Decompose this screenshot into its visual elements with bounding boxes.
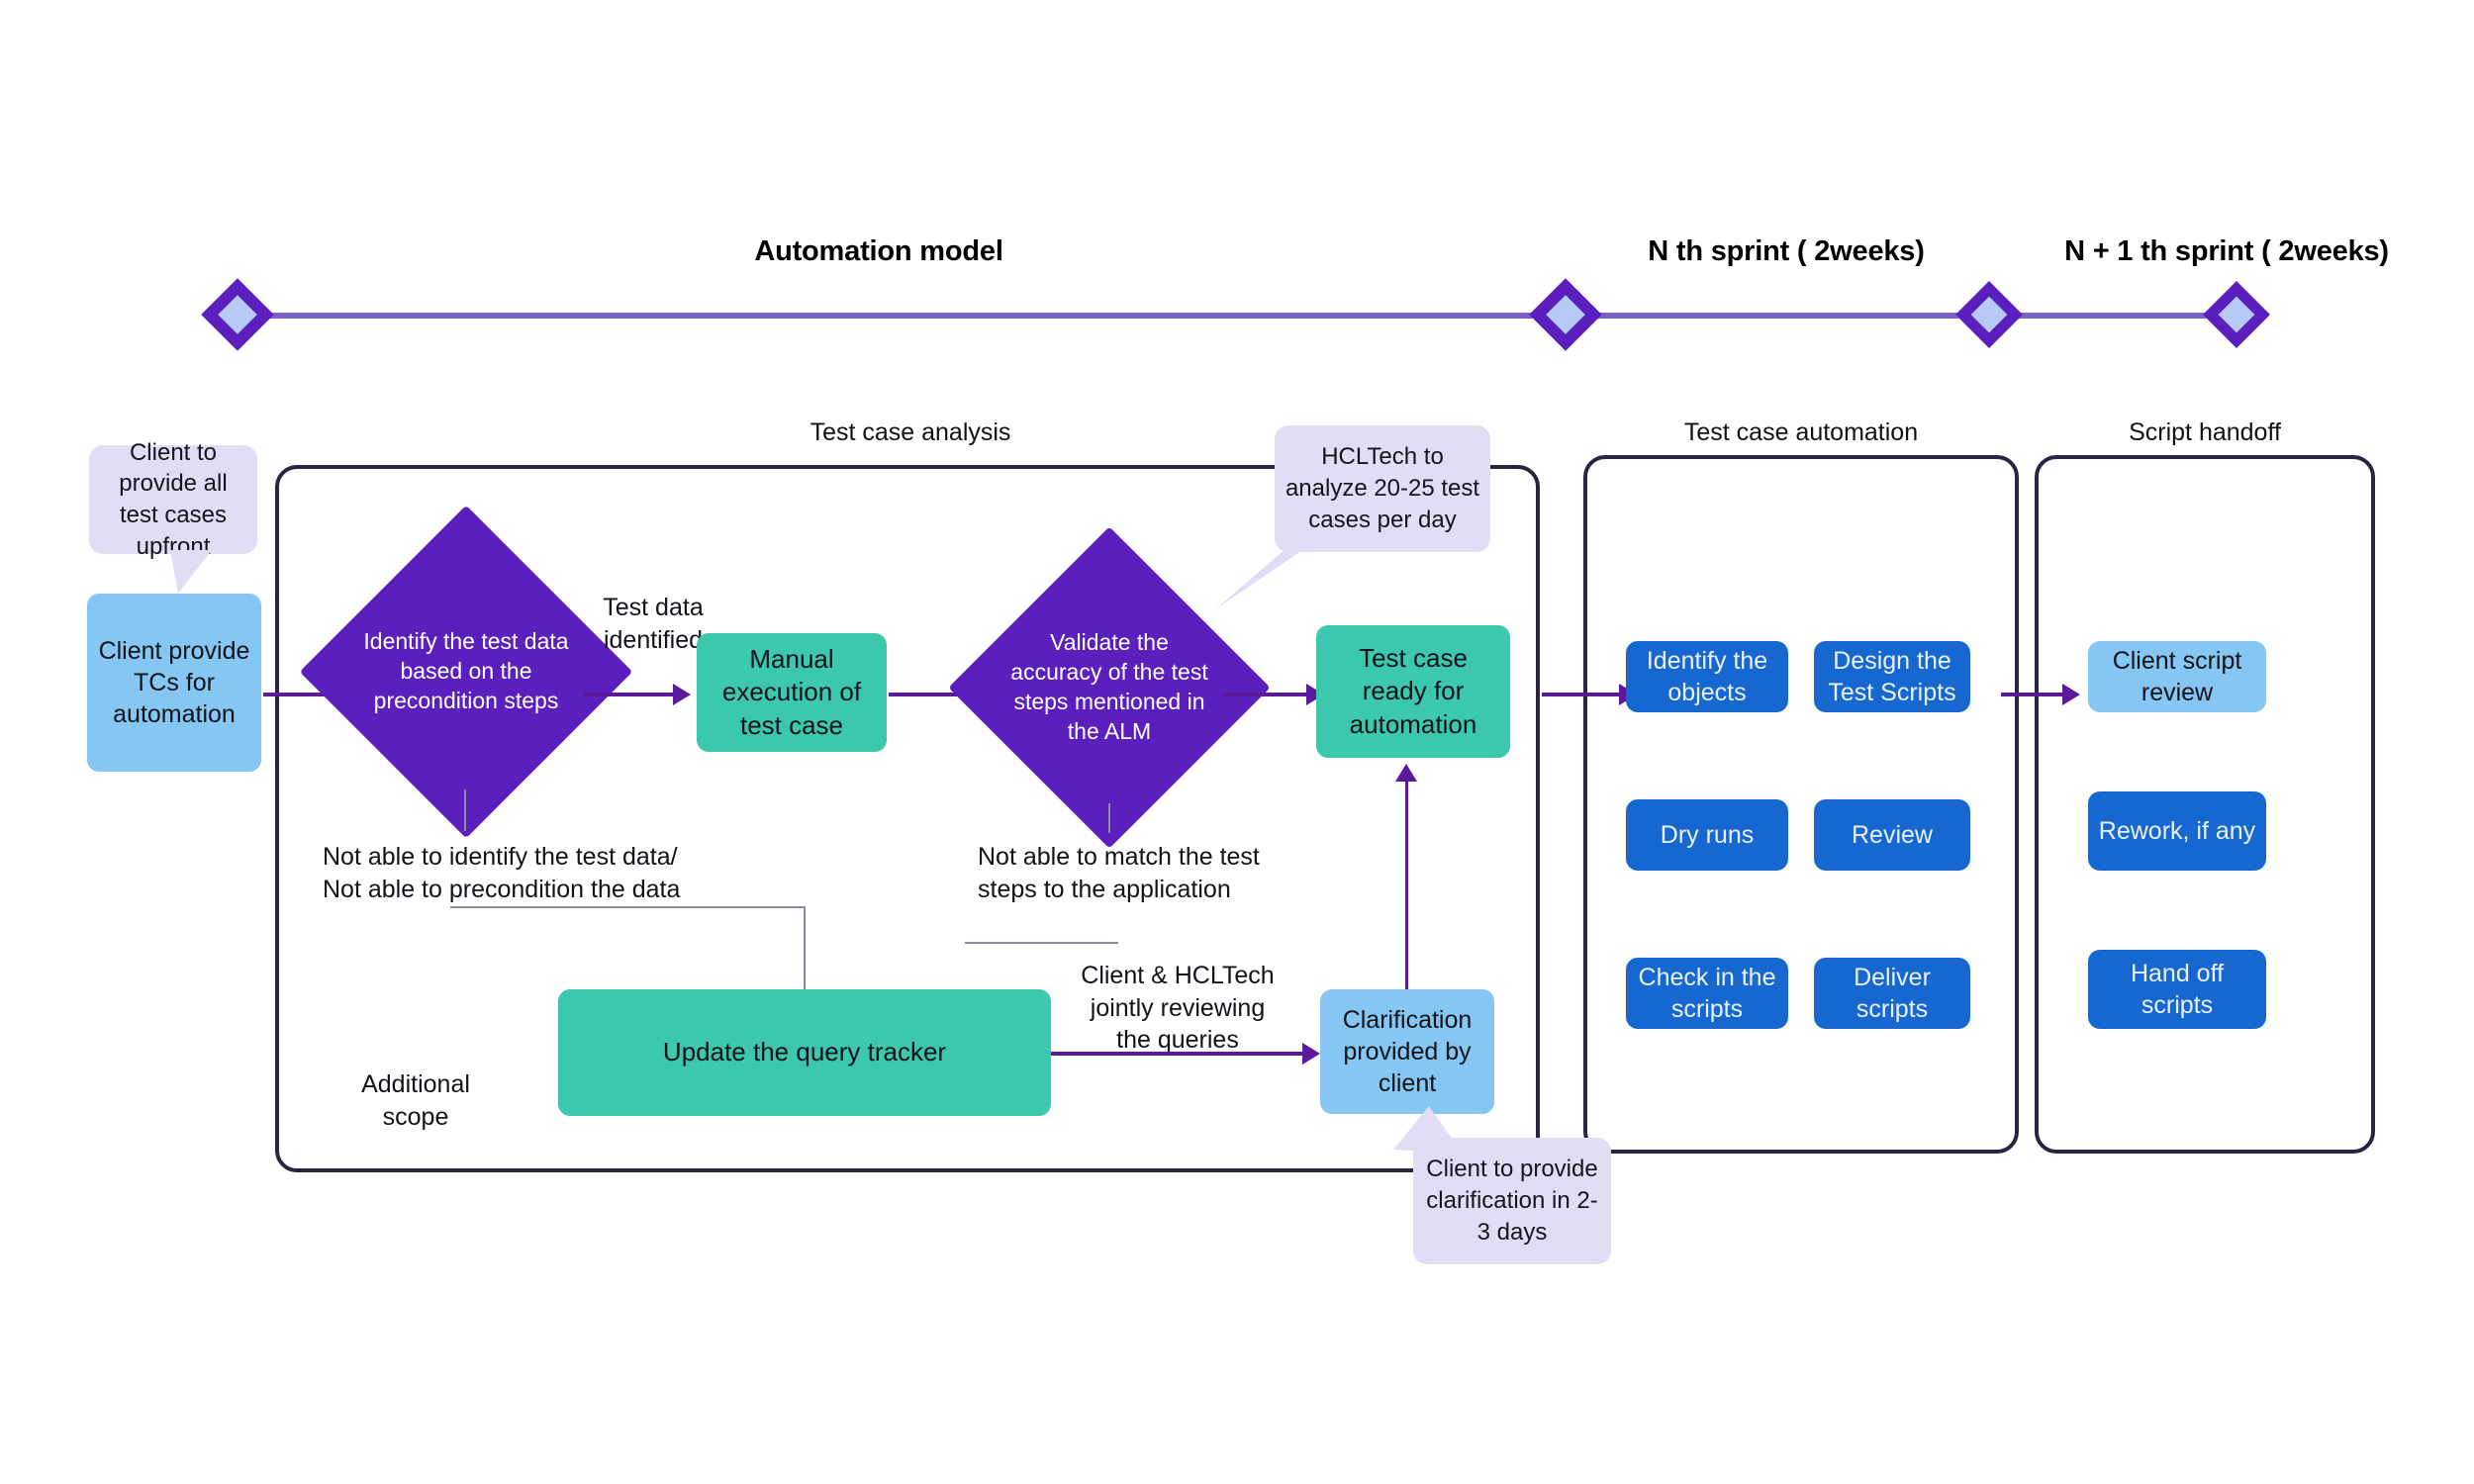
- arrowhead-automation-to-handoff: [2062, 684, 2080, 705]
- edge-label-additional-scope: Additional scope: [361, 1070, 470, 1131]
- edge-label-jointly-reviewing: Client & HCLTech jointly reviewing the q…: [1081, 962, 1275, 1054]
- timeline-title-sprint-n-plus-1: N + 1 th sprint ( 2weeks): [2064, 235, 2389, 267]
- edge-label-not-able-identify: Not able to identify the test data/ Not …: [323, 843, 681, 903]
- timeline-title-automation-model: Automation model: [754, 235, 1003, 267]
- node-update-query-tracker[interactable]: Update the query tracker: [558, 989, 1051, 1116]
- connector-validate-failure-stub: [1108, 803, 1110, 833]
- arrowhead-clarification-to-ready: [1395, 764, 1417, 782]
- decision-identify-test-data[interactable]: Identify the test data based on the prec…: [299, 505, 633, 839]
- connector-identify-failure-stub: [464, 789, 466, 831]
- connector-analysis-to-automation: [1542, 693, 1619, 696]
- timeline-title-sprint-n: N th sprint ( 2weeks): [1648, 235, 1925, 267]
- arrowhead-identify-to-manual: [673, 684, 691, 705]
- timeline-milestone-start: [201, 278, 274, 351]
- connector-validate-to-ready: [1223, 693, 1306, 696]
- handoff-box-rework-if-any[interactable]: Rework, if any: [2088, 791, 2266, 871]
- panel-title-script-handoff: Script handoff: [2129, 418, 2281, 446]
- connector-automation-to-handoff: [2001, 693, 2062, 696]
- automation-box-identify-objects[interactable]: Identify the objects: [1626, 641, 1788, 712]
- callout-hcltech-analyze: HCLTech to analyze 20-25 test cases per …: [1275, 425, 1490, 552]
- diagram-canvas: Automation model N th sprint ( 2weeks) N…: [0, 0, 2474, 1484]
- timeline-milestone-sprint-n-start: [1529, 278, 1602, 351]
- callout-clarification-tail: [1393, 1106, 1463, 1154]
- automation-box-deliver-scripts[interactable]: Deliver scripts: [1814, 958, 1970, 1029]
- node-test-case-ready[interactable]: Test case ready for automation: [1316, 625, 1510, 758]
- node-clarification-by-client[interactable]: Clarification provided by client: [1320, 989, 1494, 1114]
- connector-drop-to-query-tracker: [804, 906, 806, 990]
- callout-upfront-tail: [170, 550, 212, 594]
- timeline-milestone-sprint-n1-end: [2203, 281, 2270, 348]
- automation-box-design-test-scripts[interactable]: Design the Test Scripts: [1814, 641, 1970, 712]
- handoff-box-hand-off-scripts[interactable]: Hand off scripts: [2088, 950, 2266, 1029]
- automation-box-review[interactable]: Review: [1814, 799, 1970, 871]
- automation-box-check-in-scripts[interactable]: Check in the scripts: [1626, 958, 1788, 1029]
- connector-failure-join-left: [450, 906, 805, 908]
- connector-tracker-to-clarification: [1051, 1052, 1302, 1056]
- connector-failure-join-right: [965, 942, 1118, 944]
- arrowhead-tracker-to-clarification: [1302, 1043, 1320, 1065]
- edge-label-not-able-match: Not able to match the test steps to the …: [978, 843, 1260, 903]
- connector-clarification-to-ready: [1405, 782, 1408, 989]
- panel-title-test-case-automation: Test case automation: [1683, 418, 1919, 446]
- node-manual-execution[interactable]: Manual execution of test case: [697, 633, 887, 752]
- callout-client-provide-upfront: Client to provide all test cases upfront: [89, 439, 257, 560]
- timeline-milestone-sprint-n-end: [1955, 281, 2023, 348]
- decision-validate-accuracy-label: Validate the accuracy of the test steps …: [1010, 629, 1208, 744]
- connector-identify-to-manual: [584, 693, 673, 696]
- panel-title-test-case-analysis: Test case analysis: [809, 418, 1011, 446]
- decision-validate-accuracy[interactable]: Validate the accuracy of the test steps …: [948, 526, 1271, 849]
- callout-hcltech-tail: [1215, 542, 1314, 609]
- automation-box-dry-runs[interactable]: Dry runs: [1626, 799, 1788, 871]
- handoff-box-client-script-review[interactable]: Client script review: [2088, 641, 2266, 712]
- node-client-provide-tcs[interactable]: Client provide TCs for automation: [87, 594, 261, 772]
- decision-identify-test-data-label: Identify the test data based on the prec…: [363, 628, 569, 713]
